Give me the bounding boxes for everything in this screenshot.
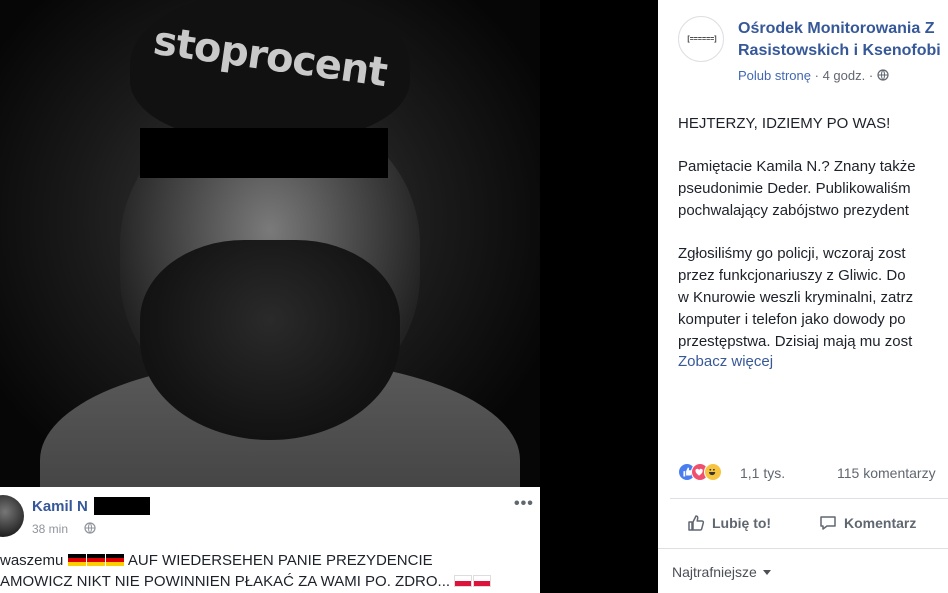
background-gap (540, 0, 658, 593)
meta-separator: · (868, 68, 874, 83)
post-meta: Polub stronę · 4 godz. · (738, 68, 889, 83)
like-button[interactable]: Lubię to! (686, 510, 771, 536)
paragraph-line: w Knurowie weszli kryminalni, zatrz (678, 289, 914, 306)
paragraph-line: pseudonimie Deder. Publikowaliśm (678, 180, 911, 197)
comment-button-label: Komentarz (844, 515, 917, 531)
divider (658, 548, 948, 549)
post-time[interactable]: 4 godz. (823, 68, 866, 83)
post-text-line-2-text: AMOWICZ NIKT NIE POWINNIEN PŁAKAĆ ZA WAM… (0, 573, 451, 590)
like-page-link[interactable]: Polub stronę (738, 68, 811, 83)
globe-icon (84, 522, 96, 534)
reaction-count[interactable]: 1,1 tys. (740, 465, 785, 481)
globe-icon (877, 69, 889, 81)
like-button-label: Lubię to! (712, 515, 772, 531)
haha-reaction-icon (704, 463, 722, 481)
comment-count[interactable]: 115 komentarzy (837, 465, 936, 481)
more-options-icon[interactable]: ••• (514, 495, 534, 513)
post-text-line-2: AMOWICZ NIKT NIE POWINNIEN PŁAKAĆ ZA WAM… (0, 573, 492, 590)
avatar[interactable] (0, 495, 24, 537)
photo-beard (140, 240, 400, 440)
caret-down-icon (762, 570, 771, 575)
comment-icon (820, 516, 836, 530)
comment-button[interactable]: Komentarz (818, 510, 916, 536)
paragraph-line: przestępstwa. Dzisiaj mają mu zost (678, 333, 913, 350)
comment-sort-dropdown[interactable]: Najtrafniejsze (672, 564, 771, 580)
divider (670, 498, 948, 499)
paragraph-line: komputer i telefon jako dowody po (678, 311, 906, 328)
sort-label: Najtrafniejsze (672, 564, 757, 580)
right-post-card: [======] Ośrodek Monitorowania Z Rasisto… (658, 0, 948, 593)
post-paragraph-2: Zgłosiliśmy go policji, wczoraj zost prz… (678, 243, 948, 353)
page-name-line-1[interactable]: Ośrodek Monitorowania Z (738, 18, 948, 40)
see-more-link[interactable]: Zobacz więcej (678, 353, 773, 370)
paragraph-line: przez funkcjonariuszy z Gliwic. Do (678, 267, 906, 284)
german-flag-icon (86, 554, 105, 566)
page-name[interactable]: Ośrodek Monitorowania Z Rasistowskich i … (738, 18, 948, 62)
post-author[interactable]: Kamil N (32, 498, 88, 515)
meta-separator: · (814, 68, 819, 83)
post-text-start: waszemu (0, 552, 64, 569)
german-flag-icon (105, 554, 124, 566)
polish-flag-icon (454, 575, 473, 587)
eye-censor-bar (140, 128, 388, 178)
post-photo[interactable]: stoprocent (0, 0, 540, 487)
left-post-card: Kamil N 38 min ••• waszemu AUF WIEDERSEH… (0, 487, 540, 593)
paragraph-line: Zgłosiliśmy go policji, wczoraj zost (678, 245, 906, 262)
paragraph-line: Pamiętacie Kamila N.? Znany także (678, 158, 916, 175)
post-headline: HEJTERZY, IDZIEMY PO WAS! (678, 115, 891, 132)
polish-flag-icon (473, 575, 492, 587)
author-censor-bar (94, 497, 150, 515)
thumbs-up-icon (688, 515, 705, 531)
paragraph-line: pochwalający zabójstwo prezydent (678, 202, 909, 219)
page-name-line-2[interactable]: Rasistowskich i Ksenofobi (738, 40, 948, 62)
german-flag-icon (67, 554, 86, 566)
page-logo-text: [======] (687, 36, 717, 43)
page-logo[interactable]: [======] (678, 16, 724, 62)
post-paragraph-1: Pamiętacie Kamila N.? Znany także pseudo… (678, 156, 948, 222)
post-text-line-1: waszemu AUF WIEDERSEHEN PANIE PREZYDENCI… (0, 552, 433, 569)
post-time[interactable]: 38 min (32, 522, 68, 536)
post-text-tail: AUF WIEDERSEHEN PANIE PREZYDENCIE (127, 552, 433, 569)
